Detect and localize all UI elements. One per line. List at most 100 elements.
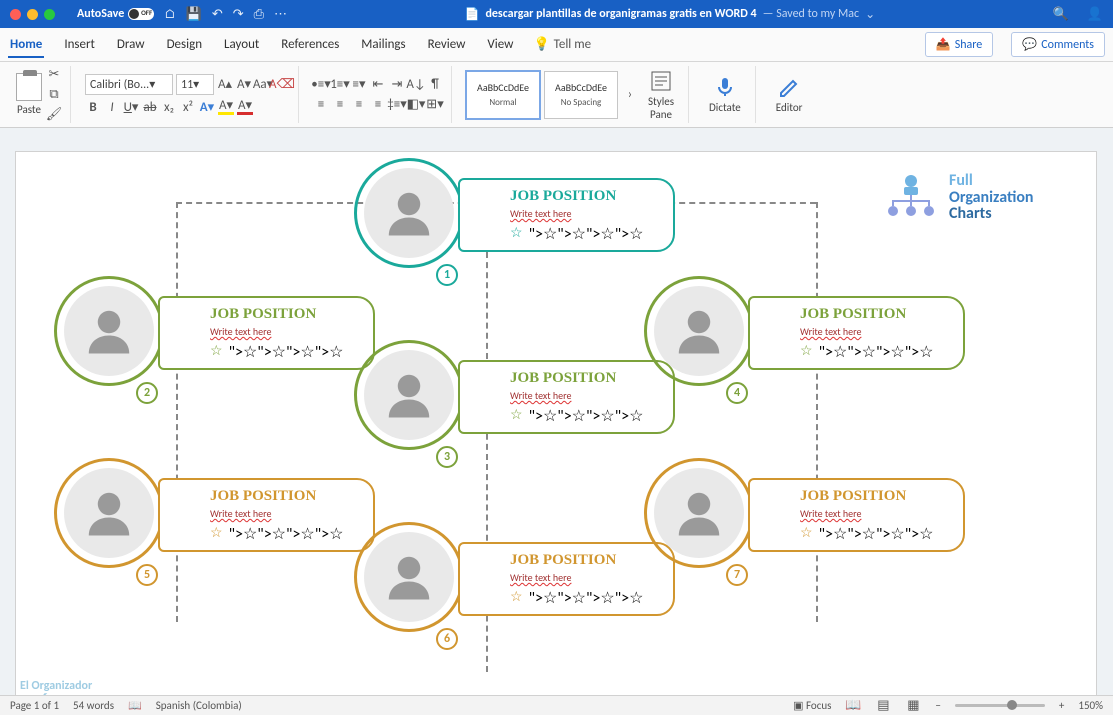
clipboard-group: Paste ✂ ⧉ 🖌 [8, 66, 71, 123]
spellcheck-icon[interactable]: 📖 [128, 699, 142, 712]
share-button[interactable]: 📤Share [925, 32, 994, 57]
account-icon[interactable]: 👤 [1087, 7, 1103, 22]
redo-icon[interactable]: ↷ [233, 7, 244, 22]
chevron-down-icon[interactable]: ⌄ [865, 7, 875, 22]
spacing-icon[interactable]: ‡≡▾ [389, 97, 405, 113]
avatar-placeholder[interactable] [364, 350, 454, 440]
tab-insert[interactable]: Insert [62, 31, 97, 58]
bullets-icon[interactable]: •≡▾ [313, 77, 329, 93]
justify-icon[interactable]: ≡ [370, 97, 386, 113]
autosave-toggle[interactable]: AutoSave OFF [77, 7, 154, 21]
multilevel-icon[interactable]: ≡▾ [351, 77, 367, 93]
superscript-button[interactable]: x² [180, 99, 196, 115]
grow-font-icon[interactable]: A▴ [217, 77, 233, 93]
avatar-placeholder[interactable] [654, 286, 744, 376]
font-name-select[interactable]: Calibri (Bo...▾ [85, 74, 173, 95]
minimize-window-button[interactable] [27, 9, 38, 20]
tab-layout[interactable]: Layout [222, 31, 261, 58]
tab-draw[interactable]: Draw [115, 31, 147, 58]
paragraph-group: •≡▾ 1≡▾ ≡▾ ⇤ ⇥ A↓ ¶ ≡ ≡ ≡ ≡ ‡≡▾ ◧▾ ⊞▾ [305, 66, 452, 123]
numbered-icon[interactable]: 1≡▾ [332, 77, 348, 93]
pilcrow-icon[interactable]: ¶ [427, 77, 443, 93]
node-label-card[interactable]: JOB POSITION Write text here ☆">☆">☆">☆"… [458, 542, 675, 616]
outdent-icon[interactable]: ⇤ [370, 77, 386, 93]
more-icon[interactable]: ⋯ [274, 7, 287, 22]
print-icon[interactable]: ⎙ [254, 7, 264, 22]
star-rating[interactable]: ☆">☆">☆">☆">☆ [510, 224, 643, 244]
subscript-button[interactable]: x₂ [161, 99, 177, 115]
document-area[interactable]: Full Organization Charts 1 JOB POSITION … [0, 128, 1113, 695]
status-page[interactable]: Page 1 of 1 [10, 699, 59, 712]
font-size-select[interactable]: 11▾ [176, 74, 214, 95]
tab-review[interactable]: Review [426, 31, 468, 58]
node-label-card[interactable]: JOB POSITION Write text here ☆">☆">☆">☆"… [158, 296, 375, 370]
node-label-card[interactable]: JOB POSITION Write text here ☆">☆">☆">☆"… [458, 178, 675, 252]
star-rating[interactable]: ☆">☆">☆">☆">☆ [800, 524, 933, 544]
editor-button[interactable]: Editor [770, 75, 809, 114]
comments-button[interactable]: 💬Comments [1011, 32, 1105, 57]
tab-mailings[interactable]: Mailings [359, 31, 407, 58]
avatar-placeholder[interactable] [64, 286, 154, 376]
font-color-icon[interactable]: A▾ [237, 99, 253, 115]
zoom-in-button[interactable]: + [1059, 699, 1064, 712]
align-left-icon[interactable]: ≡ [313, 97, 329, 113]
paste-button[interactable]: Paste [16, 73, 42, 116]
borders-icon[interactable]: ⊞▾ [427, 97, 443, 113]
zoom-out-button[interactable]: − [935, 699, 940, 712]
align-center-icon[interactable]: ≡ [332, 97, 348, 113]
strike-button[interactable]: ab [142, 99, 158, 115]
highlight-icon[interactable]: A▾ [218, 99, 234, 115]
tell-me[interactable]: 💡Tell me [533, 37, 591, 52]
home-icon[interactable]: ⌂ [164, 7, 175, 22]
shrink-font-icon[interactable]: A▾ [236, 77, 252, 93]
align-right-icon[interactable]: ≡ [351, 97, 367, 113]
styles-pane-button[interactable]: Styles Pane [642, 69, 680, 121]
status-words[interactable]: 54 words [73, 699, 114, 712]
tab-view[interactable]: View [485, 31, 515, 58]
tab-design[interactable]: Design [165, 31, 204, 58]
search-icon[interactable]: 🔍 [1053, 7, 1069, 22]
style-no-spacing[interactable]: AaBbCcDdEe No Spacing [544, 71, 618, 119]
close-window-button[interactable] [10, 9, 21, 20]
read-mode-icon[interactable]: 📖 [845, 698, 861, 714]
star-rating[interactable]: ☆">☆">☆">☆">☆ [510, 588, 643, 608]
node-label-card[interactable]: JOB POSITION Write text here ☆">☆">☆">☆"… [158, 478, 375, 552]
page-canvas[interactable]: Full Organization Charts 1 JOB POSITION … [16, 152, 1096, 695]
print-layout-icon[interactable]: ▤ [875, 698, 891, 714]
clear-format-icon[interactable]: A⌫ [274, 77, 290, 93]
copy-icon[interactable]: ⧉ [46, 87, 62, 103]
avatar-placeholder[interactable] [64, 468, 154, 558]
avatar-placeholder[interactable] [654, 468, 744, 558]
dictate-button[interactable]: Dictate [703, 75, 747, 114]
undo-icon[interactable]: ↶ [212, 7, 223, 22]
avatar-placeholder[interactable] [364, 532, 454, 622]
styles-more-icon[interactable]: › [622, 87, 638, 103]
maximize-window-button[interactable] [44, 9, 55, 20]
sort-icon[interactable]: A↓ [408, 77, 424, 93]
cut-icon[interactable]: ✂ [46, 67, 62, 83]
underline-button[interactable]: U▾ [123, 99, 139, 115]
save-icon[interactable]: 💾 [186, 7, 202, 22]
tab-home[interactable]: Home [8, 31, 44, 58]
tab-references[interactable]: References [279, 31, 341, 58]
shading-icon[interactable]: ◧▾ [408, 97, 424, 113]
web-layout-icon[interactable]: ▦ [905, 698, 921, 714]
indent-icon[interactable]: ⇥ [389, 77, 405, 93]
focus-mode-button[interactable]: ▣ Focus [793, 699, 831, 712]
node-label-card[interactable]: JOB POSITION Write text here ☆">☆">☆">☆"… [748, 296, 965, 370]
star-rating[interactable]: ☆">☆">☆">☆">☆ [210, 524, 343, 544]
node-label-card[interactable]: JOB POSITION Write text here ☆">☆">☆">☆"… [458, 360, 675, 434]
style-normal[interactable]: AaBbCcDdEe Normal [466, 71, 540, 119]
node-label-card[interactable]: JOB POSITION Write text here ☆">☆">☆">☆"… [748, 478, 965, 552]
zoom-level[interactable]: 150% [1078, 699, 1103, 712]
avatar-placeholder[interactable] [364, 168, 454, 258]
zoom-slider[interactable] [955, 704, 1045, 707]
star-rating[interactable]: ☆">☆">☆">☆">☆ [510, 406, 643, 426]
star-rating[interactable]: ☆">☆">☆">☆">☆ [800, 342, 933, 362]
status-language[interactable]: Spanish (Colombia) [156, 699, 242, 712]
italic-button[interactable]: I [104, 99, 120, 115]
text-effects-icon[interactable]: A▾ [199, 99, 215, 115]
star-rating[interactable]: ☆">☆">☆">☆">☆ [210, 342, 343, 362]
format-painter-icon[interactable]: 🖌 [46, 107, 62, 123]
bold-button[interactable]: B [85, 99, 101, 115]
